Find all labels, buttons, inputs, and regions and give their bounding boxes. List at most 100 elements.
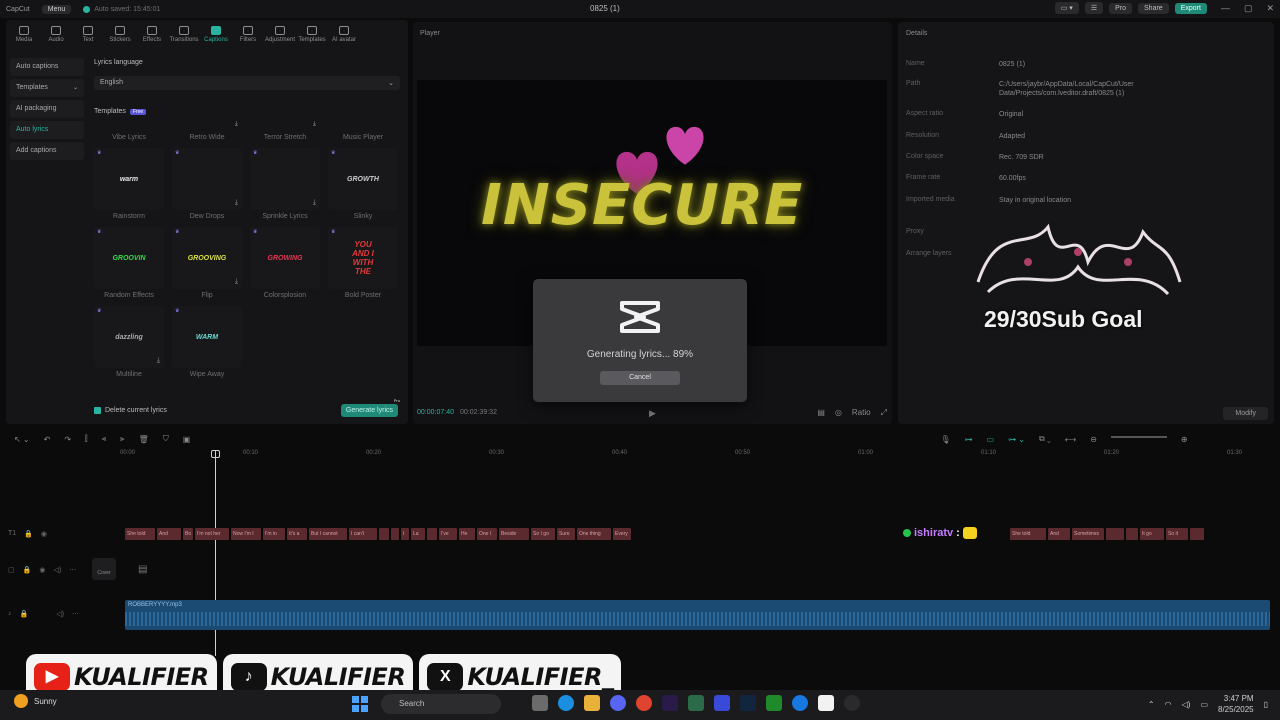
file-explorer-icon[interactable] bbox=[584, 695, 600, 711]
more-icon[interactable]: ⋯ bbox=[69, 566, 76, 574]
download-icon[interactable]: ⤓ bbox=[313, 199, 316, 207]
wifi-icon[interactable]: ◠ bbox=[1165, 700, 1172, 709]
lyric-clip[interactable] bbox=[1106, 528, 1124, 540]
microphone-icon[interactable]: 🎙 bbox=[940, 435, 950, 444]
undo-icon[interactable]: ↶ bbox=[44, 435, 51, 444]
play-icon[interactable]: ▶ bbox=[649, 408, 656, 419]
template-card[interactable]: GROWTH ♛ Slinky bbox=[328, 148, 398, 224]
split-icon[interactable]: ⫿ bbox=[85, 434, 88, 444]
timeline-view-icon[interactable]: ▤ bbox=[817, 408, 825, 418]
minimize-icon[interactable]: — bbox=[1221, 3, 1230, 13]
lyric-clip[interactable]: She told bbox=[125, 528, 155, 540]
preview-axis-icon[interactable]: ⧉ ⌄ bbox=[1039, 434, 1051, 444]
template-card[interactable]: ⤓ Retro Wide bbox=[172, 121, 242, 145]
template-card[interactable]: warm ♛ Rainstorm bbox=[94, 148, 164, 224]
app-icon[interactable] bbox=[792, 695, 808, 711]
select-tool-icon[interactable]: ↖ ⌄ bbox=[14, 435, 30, 444]
lyric-clip[interactable]: Beside bbox=[499, 528, 529, 540]
lock-icon[interactable]: 🔒 bbox=[23, 566, 32, 574]
zoom-fit-icon[interactable]: ◎ bbox=[835, 408, 842, 418]
battery-icon[interactable]: ▭ bbox=[1200, 700, 1208, 709]
menu-button[interactable]: Menu bbox=[41, 4, 72, 14]
tool-filters[interactable]: Filters bbox=[232, 20, 264, 48]
template-card[interactable]: Vibe Lyrics bbox=[94, 121, 164, 145]
template-card[interactable]: YOU AND I WITH THE ♛ Bold Poster bbox=[328, 227, 398, 303]
notification-icon[interactable]: ▯ bbox=[1264, 700, 1268, 709]
cover-button[interactable]: Cover bbox=[92, 558, 116, 580]
link-clips-icon[interactable]: ⊶ bbox=[965, 435, 973, 444]
template-card[interactable]: ⤓ Terror Stretch bbox=[250, 121, 320, 145]
template-card[interactable]: GROOVING ♛ ⤓ Flip bbox=[172, 227, 242, 303]
lyric-clip[interactable]: I bbox=[401, 528, 409, 540]
zoom-slider[interactable] bbox=[1110, 436, 1167, 438]
export-button[interactable]: Export bbox=[1174, 2, 1207, 14]
screenshot-icon[interactable]: ▣ bbox=[183, 435, 191, 444]
download-icon[interactable]: ⤓ bbox=[235, 199, 238, 207]
delete-icon[interactable]: 🗑 bbox=[139, 435, 149, 444]
download-icon[interactable]: ⤓ bbox=[235, 121, 238, 128]
chrome-icon[interactable] bbox=[636, 695, 652, 711]
redo-icon[interactable]: ↷ bbox=[64, 435, 71, 444]
zoom-in-icon[interactable]: ⊕ bbox=[1181, 435, 1188, 444]
premiere-icon[interactable] bbox=[662, 695, 678, 711]
app-icon[interactable] bbox=[688, 695, 704, 711]
template-card[interactable]: ♛ ⤓ Sprinkle Lyrics bbox=[250, 148, 320, 224]
eye-icon[interactable]: ◉ bbox=[39, 566, 45, 574]
language-select[interactable]: English ⌄ bbox=[94, 76, 400, 90]
share-button[interactable]: Share bbox=[1138, 2, 1169, 14]
lyric-clip[interactable] bbox=[1126, 528, 1138, 540]
lyric-clip[interactable]: It go bbox=[1140, 528, 1164, 540]
audio-icon[interactable]: ◁) bbox=[53, 566, 61, 574]
chevron-up-icon[interactable]: ⌃ bbox=[1148, 700, 1155, 709]
lyric-clip[interactable]: And bbox=[1048, 528, 1070, 540]
lock-icon[interactable]: 🔒 bbox=[24, 530, 33, 538]
cancel-button[interactable]: Cancel bbox=[600, 371, 680, 385]
lyric-clip[interactable] bbox=[379, 528, 389, 540]
timeline-ruler[interactable]: 00:00 00:10 00:20 00:30 00:40 00:50 01:00 01:10… bbox=[120, 450, 1280, 460]
speaker-icon[interactable]: ◁) bbox=[1182, 700, 1191, 709]
shield-icon[interactable]: ⛉ bbox=[163, 434, 169, 444]
lyric-clip[interactable]: One I bbox=[477, 528, 497, 540]
clock[interactable]: 3:47 PM 8/25/2025 bbox=[1218, 693, 1254, 715]
lyric-clip[interactable] bbox=[427, 528, 437, 540]
lyric-clip[interactable]: I've bbox=[439, 528, 457, 540]
audio-icon[interactable]: ◁) bbox=[56, 610, 64, 618]
tool-media[interactable]: Media bbox=[8, 20, 40, 48]
lyric-clip[interactable]: Bo bbox=[183, 528, 193, 540]
download-icon[interactable]: ⤓ bbox=[157, 357, 160, 365]
lyric-clip[interactable]: Every bbox=[613, 528, 631, 540]
ratio-button[interactable]: Ratio bbox=[852, 408, 871, 418]
modify-button[interactable]: Modify bbox=[1223, 407, 1268, 420]
pro-button[interactable]: Pro bbox=[1109, 2, 1133, 14]
delete-lyrics-checkbox[interactable]: Delete current lyrics bbox=[94, 407, 167, 414]
app-icon[interactable] bbox=[714, 695, 730, 711]
generate-lyrics-button[interactable]: Generate lyrics Pro bbox=[340, 398, 400, 417]
template-card[interactable]: GROOVIN ♛ Random Effects bbox=[94, 227, 164, 303]
app-icon[interactable] bbox=[766, 695, 782, 711]
lyric-clip[interactable]: It's a bbox=[287, 528, 307, 540]
split-right-icon[interactable]: ⫸ bbox=[120, 434, 125, 444]
lyric-clip[interactable]: I'm not her bbox=[195, 528, 229, 540]
lyric-clip[interactable]: So it bbox=[1166, 528, 1188, 540]
template-card[interactable]: ♛ ⤓ Dew Drops bbox=[172, 148, 242, 224]
tool-adjustment[interactable]: Adjustment bbox=[264, 20, 296, 48]
lyric-clip[interactable]: But I cannot bbox=[309, 528, 347, 540]
weather-widget[interactable]: Sunny bbox=[14, 694, 57, 708]
lyric-clip[interactable]: La bbox=[411, 528, 425, 540]
tool-transitions[interactable]: Transitions bbox=[168, 20, 200, 48]
snap-icon[interactable]: ▭ bbox=[987, 435, 995, 444]
discord-icon[interactable] bbox=[610, 695, 626, 711]
tool-effects[interactable]: Effects bbox=[136, 20, 168, 48]
split-left-icon[interactable]: ⫷ bbox=[102, 434, 107, 444]
zoom-out-icon[interactable]: ⊖ bbox=[1090, 435, 1097, 444]
lyric-clip[interactable]: So I go bbox=[531, 528, 555, 540]
eye-icon[interactable]: ◉ bbox=[41, 530, 47, 538]
template-card[interactable]: Music Player bbox=[328, 121, 398, 145]
fullscreen-icon[interactable]: ⤢ bbox=[881, 408, 887, 418]
obs-icon[interactable] bbox=[844, 695, 860, 711]
fit-timeline-icon[interactable]: ⟷ bbox=[1065, 435, 1076, 444]
lyric-clip[interactable] bbox=[391, 528, 399, 540]
lyric-clip[interactable] bbox=[1190, 528, 1204, 540]
layout-icon[interactable]: ▭ ▾ bbox=[1054, 2, 1079, 14]
tool-ai-avatar[interactable]: AI avatar bbox=[328, 20, 360, 48]
